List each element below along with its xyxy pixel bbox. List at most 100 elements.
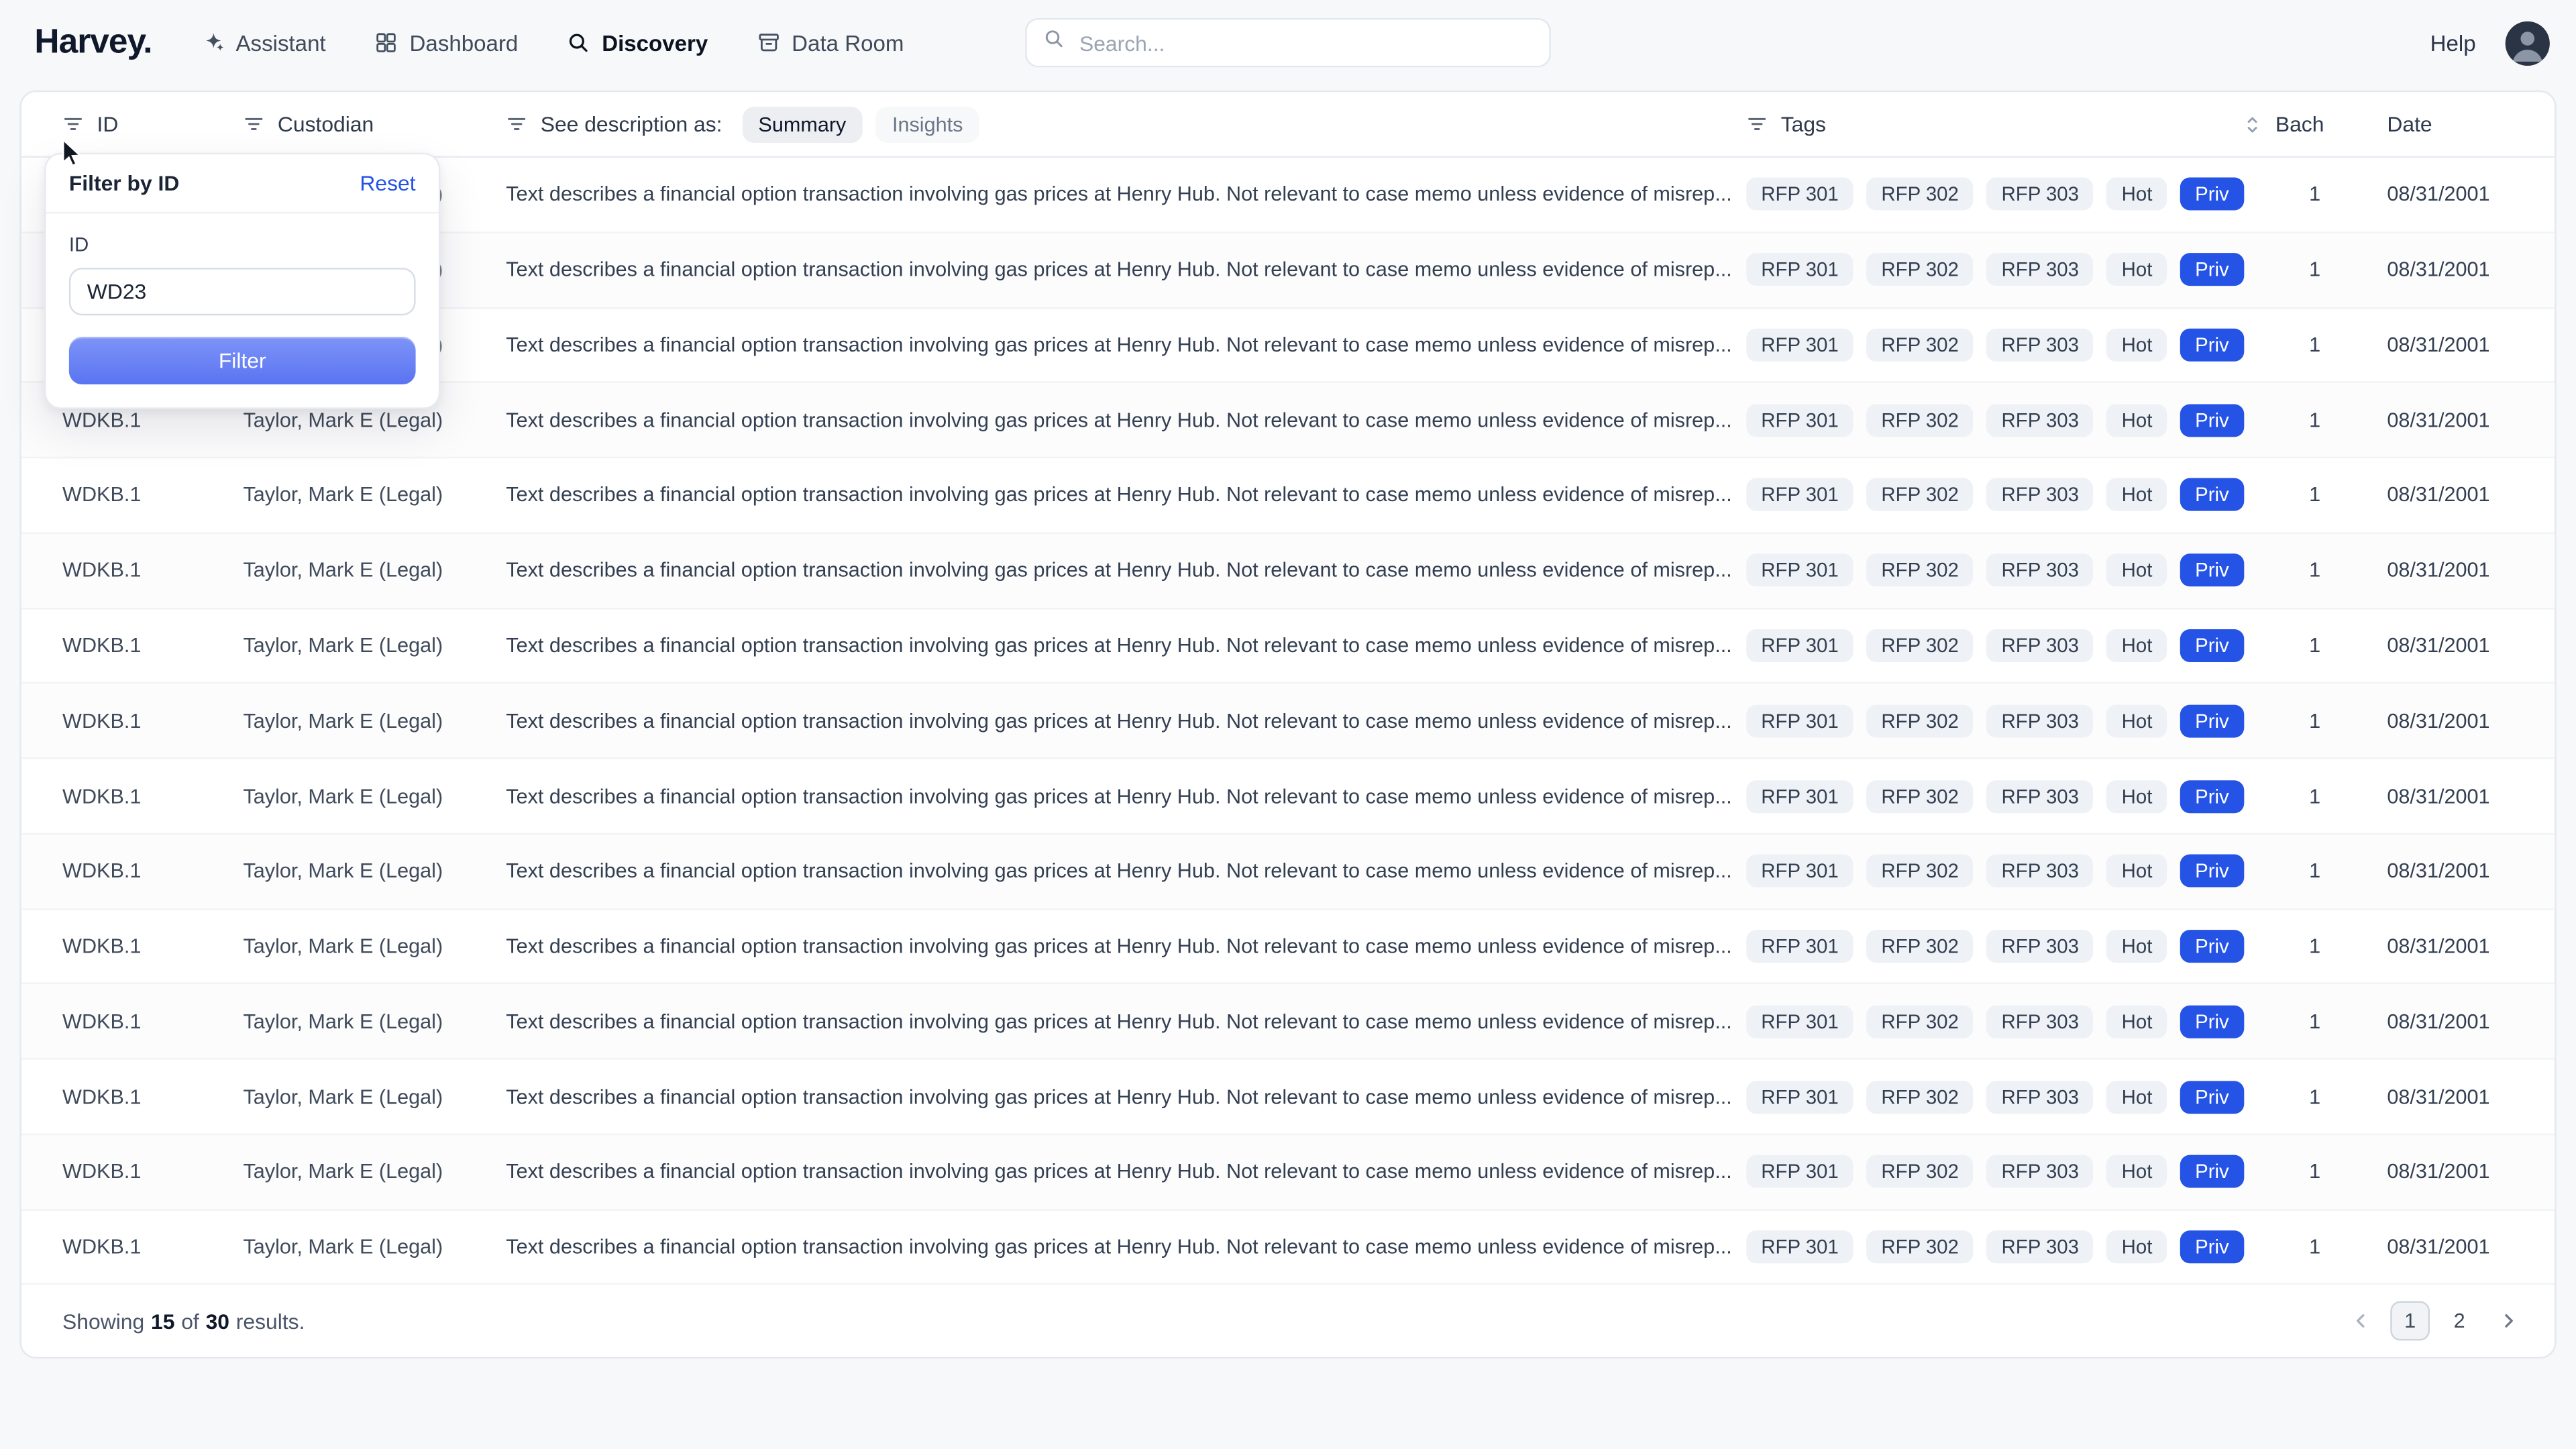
filter-lines-icon[interactable] <box>1746 113 1768 135</box>
row-description: Text describes a financial option transa… <box>506 935 1746 958</box>
row-custodian: Taylor, Mark E (Legal) <box>243 859 506 882</box>
description-mode-toggle: Summary Insights <box>742 106 979 142</box>
table-row[interactable]: WDKB.1 Taylor, Mark E (Legal) Text descr… <box>21 609 2555 684</box>
priv-badge: Priv <box>2180 479 2244 512</box>
tag-badge: RFP 301 <box>1746 629 1854 662</box>
help-link[interactable]: Help <box>2430 30 2476 55</box>
filter-lines-icon[interactable] <box>506 113 527 135</box>
row-custodian: Taylor, Mark E (Legal) <box>243 559 506 582</box>
tag-badge: Hot <box>2107 704 2167 737</box>
table-footer: Showing 15 of 30 results. 1 2 <box>21 1285 2555 1358</box>
nav-item-dashboard[interactable]: Dashboard <box>375 30 518 55</box>
priv-badge: Priv <box>2180 1155 2244 1188</box>
column-label-custodian: Custodian <box>278 112 374 137</box>
nav-item-data-room[interactable]: Data Room <box>757 30 904 55</box>
table-row[interactable]: WDKB.1 Taylor, Mark E (Legal) Text descr… <box>21 684 2555 759</box>
tab-summary[interactable]: Summary <box>742 106 863 142</box>
global-search[interactable] <box>1025 18 1551 67</box>
tag-badge: Hot <box>2107 404 2167 437</box>
table-row[interactable]: WDKB.1 Taylor, Mark E (Legal) Text descr… <box>21 985 2555 1060</box>
table-row[interactable]: WDKB.1 Taylor, Mark E (Legal) Text descr… <box>21 910 2555 985</box>
priv-badge: Priv <box>2180 329 2244 362</box>
page-button-2[interactable]: 2 <box>2440 1302 2479 1342</box>
priv-badge: Priv <box>2180 404 2244 437</box>
tag-badge: RFP 303 <box>1987 780 2094 812</box>
row-id: WDKB.1 <box>62 1085 243 1108</box>
row-description: Text describes a financial option transa… <box>506 634 1746 657</box>
column-header-date: Date <box>2387 112 2528 137</box>
row-id: WDKB.1 <box>62 1236 243 1258</box>
tag-badge: RFP 303 <box>1987 629 2094 662</box>
reset-link[interactable]: Reset <box>360 171 415 196</box>
row-tags: RFP 301RFP 302RFP 303HotPriv <box>1746 178 2243 211</box>
row-tags: RFP 301RFP 302RFP 303HotPriv <box>1746 329 2243 362</box>
row-description: Text describes a financial option transa… <box>506 1236 1746 1258</box>
table-row[interactable]: WDKB.1 Taylor, Mark E (Legal) Text descr… <box>21 1060 2555 1135</box>
tag-badge: Hot <box>2107 1155 2167 1188</box>
search-input[interactable] <box>1076 29 1533 57</box>
table-row[interactable]: WDKB.1 Taylor, Mark E (Legal) Text descr… <box>21 1135 2555 1210</box>
tag-badge: Hot <box>2107 629 2167 662</box>
results-total: 30 <box>206 1309 229 1334</box>
row-id: WDKB.1 <box>62 634 243 657</box>
table-row[interactable]: WDKB.1 Taylor, Mark E (Legal) Text descr… <box>21 835 2555 910</box>
tag-badge: RFP 302 <box>1866 930 1974 963</box>
row-tags: RFP 301RFP 302RFP 303HotPriv <box>1746 253 2243 286</box>
row-date: 08/31/2001 <box>2387 1010 2528 1033</box>
filter-by-id-popover: Filter by ID Reset ID Filter <box>44 153 440 409</box>
table-row[interactable]: WDKB.1 Taylor, Mark E (Legal) Text descr… <box>21 533 2555 608</box>
chevron-left-icon[interactable] <box>2341 1302 2381 1342</box>
tag-badge: RFP 303 <box>1987 554 2094 587</box>
sort-icon[interactable] <box>2243 114 2262 133</box>
tab-insights[interactable]: Insights <box>875 106 979 142</box>
row-id: WDKB.1 <box>62 1010 243 1033</box>
row-bach: 1 <box>2243 183 2387 206</box>
magnifier-icon <box>568 32 590 54</box>
nav-label: Assistant <box>236 30 326 55</box>
tag-badge: RFP 303 <box>1987 855 2094 888</box>
pagination: 1 2 <box>2341 1302 2528 1342</box>
nav-item-discovery[interactable]: Discovery <box>568 30 708 55</box>
tag-badge: RFP 302 <box>1866 855 1974 888</box>
priv-badge: Priv <box>2180 1231 2244 1264</box>
row-tags: RFP 301RFP 302RFP 303HotPriv <box>1746 930 2243 963</box>
row-custodian: Taylor, Mark E (Legal) <box>243 484 506 506</box>
row-id: WDKB.1 <box>62 784 243 807</box>
results-summary: Showing 15 of 30 results. <box>62 1309 305 1334</box>
tag-badge: RFP 302 <box>1866 404 1974 437</box>
priv-badge: Priv <box>2180 554 2244 587</box>
tag-badge: RFP 302 <box>1866 1231 1974 1264</box>
filter-lines-icon[interactable] <box>243 113 264 135</box>
avatar[interactable] <box>2506 21 2550 65</box>
table-header: ID Custodian See description as: Summary… <box>21 92 2555 158</box>
row-description: Text describes a financial option transa… <box>506 1161 1746 1183</box>
column-header-custodian: Custodian <box>243 112 506 137</box>
tag-badge: RFP 303 <box>1987 930 2094 963</box>
id-filter-input[interactable] <box>69 268 416 315</box>
tag-badge: RFP 303 <box>1987 479 2094 512</box>
primary-nav: Assistant Dashboard Discovery Data Room <box>201 30 904 55</box>
tag-badge: RFP 301 <box>1746 930 1854 963</box>
table-row[interactable]: WDKB.1 Taylor, Mark E (Legal) Text descr… <box>21 759 2555 835</box>
tag-badge: RFP 301 <box>1746 1005 1854 1038</box>
description-mode-label: See description as: <box>541 112 722 137</box>
row-id: WDKB.1 <box>62 1161 243 1183</box>
priv-badge: Priv <box>2180 178 2244 211</box>
tag-badge: RFP 303 <box>1987 178 2094 211</box>
apply-filter-button[interactable]: Filter <box>69 337 416 384</box>
tag-badge: RFP 303 <box>1987 1155 2094 1188</box>
nav-label: Data Room <box>792 30 904 55</box>
page-button-1[interactable]: 1 <box>2390 1302 2430 1342</box>
filter-lines-icon[interactable] <box>62 113 84 135</box>
harvey-logo[interactable]: Harvey. <box>34 23 152 62</box>
table-row[interactable]: WDKB.1 Taylor, Mark E (Legal) Text descr… <box>21 458 2555 533</box>
tag-badge: RFP 302 <box>1866 780 1974 812</box>
table-row[interactable]: WDKB.1 Taylor, Mark E (Legal) Text descr… <box>21 1210 2555 1285</box>
row-custodian: Taylor, Mark E (Legal) <box>243 634 506 657</box>
row-description: Text describes a financial option transa… <box>506 1010 1746 1033</box>
top-bar: Harvey. Assistant Dashboard Discovery Da… <box>0 0 2576 85</box>
nav-item-assistant[interactable]: Assistant <box>201 30 326 55</box>
tag-badge: Hot <box>2107 1231 2167 1264</box>
chevron-right-icon[interactable] <box>2489 1302 2528 1342</box>
tag-badge: Hot <box>2107 1080 2167 1113</box>
